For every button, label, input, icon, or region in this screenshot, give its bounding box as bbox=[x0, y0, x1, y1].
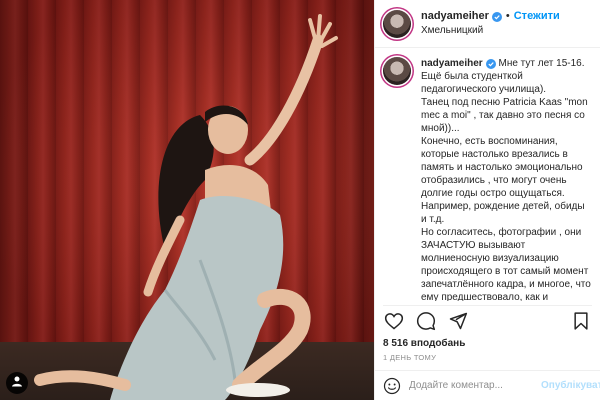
caption-line: Мне тут лет 15-16. bbox=[498, 58, 585, 69]
save-button[interactable] bbox=[570, 310, 592, 332]
emoji-button[interactable] bbox=[383, 376, 401, 396]
post-timestamp[interactable]: 1 день тому bbox=[383, 353, 436, 362]
likes-count[interactable]: 8 516 вподобань bbox=[383, 338, 465, 349]
avatar[interactable] bbox=[383, 9, 411, 38]
header-row: nadyameiher • Стежити bbox=[421, 10, 560, 23]
caption-line: Танец под песню Patricia Kaas "mon mec a… bbox=[421, 97, 588, 134]
caption-line: Конечно, есть воспоминания, которые наст… bbox=[421, 136, 583, 199]
post-photo[interactable] bbox=[0, 0, 374, 400]
comment-input[interactable] bbox=[409, 380, 541, 391]
verified-badge-icon bbox=[491, 11, 502, 22]
tagged-user-button[interactable] bbox=[6, 372, 28, 394]
heart-icon bbox=[384, 312, 404, 329]
comment-icon bbox=[416, 311, 436, 330]
location-link[interactable]: Хмельницкий bbox=[421, 25, 560, 37]
comment-composer: Опублікувати bbox=[375, 370, 600, 400]
paper-plane-icon bbox=[449, 312, 468, 329]
post-side-panel: nadyameiher • Стежити Хмельницкий nadyam… bbox=[374, 0, 600, 400]
verified-badge-icon bbox=[485, 58, 496, 69]
publish-comment-button[interactable]: Опублікувати bbox=[541, 380, 600, 391]
smiley-icon bbox=[383, 377, 401, 394]
user-icon bbox=[11, 374, 23, 392]
caption-author: nadyameiher bbox=[421, 57, 496, 70]
separator-dot: • bbox=[505, 10, 510, 23]
comment-button[interactable] bbox=[415, 310, 437, 332]
caption-line: Ещё была студенткой педагогического учил… bbox=[421, 71, 547, 95]
action-bar bbox=[383, 305, 592, 335]
caption-username[interactable]: nadyameiher bbox=[421, 57, 483, 70]
username-link[interactable]: nadyameiher bbox=[421, 10, 489, 23]
caption-area[interactable]: nadyameiher Мне тут лет 15-16. Ещё была … bbox=[375, 49, 600, 301]
like-button[interactable] bbox=[383, 310, 405, 332]
post-header: nadyameiher • Стежити Хмельницкий bbox=[375, 0, 600, 48]
header-text: nadyameiher • Стежити Хмельницкий bbox=[421, 10, 560, 36]
dancer-illustration bbox=[34, 14, 338, 400]
caption-line: Но согласитесь, фотографии , они ЗАЧАСТУ… bbox=[421, 227, 591, 301]
follow-button[interactable]: Стежити bbox=[514, 10, 560, 23]
share-button[interactable] bbox=[447, 310, 469, 332]
caption-avatar[interactable] bbox=[383, 57, 411, 85]
caption-text: nadyameiher Мне тут лет 15-16. Ещё была … bbox=[421, 57, 592, 301]
caption-line: Например, рождение детей, обиды и т.д. bbox=[421, 201, 585, 225]
bookmark-icon bbox=[574, 311, 588, 330]
